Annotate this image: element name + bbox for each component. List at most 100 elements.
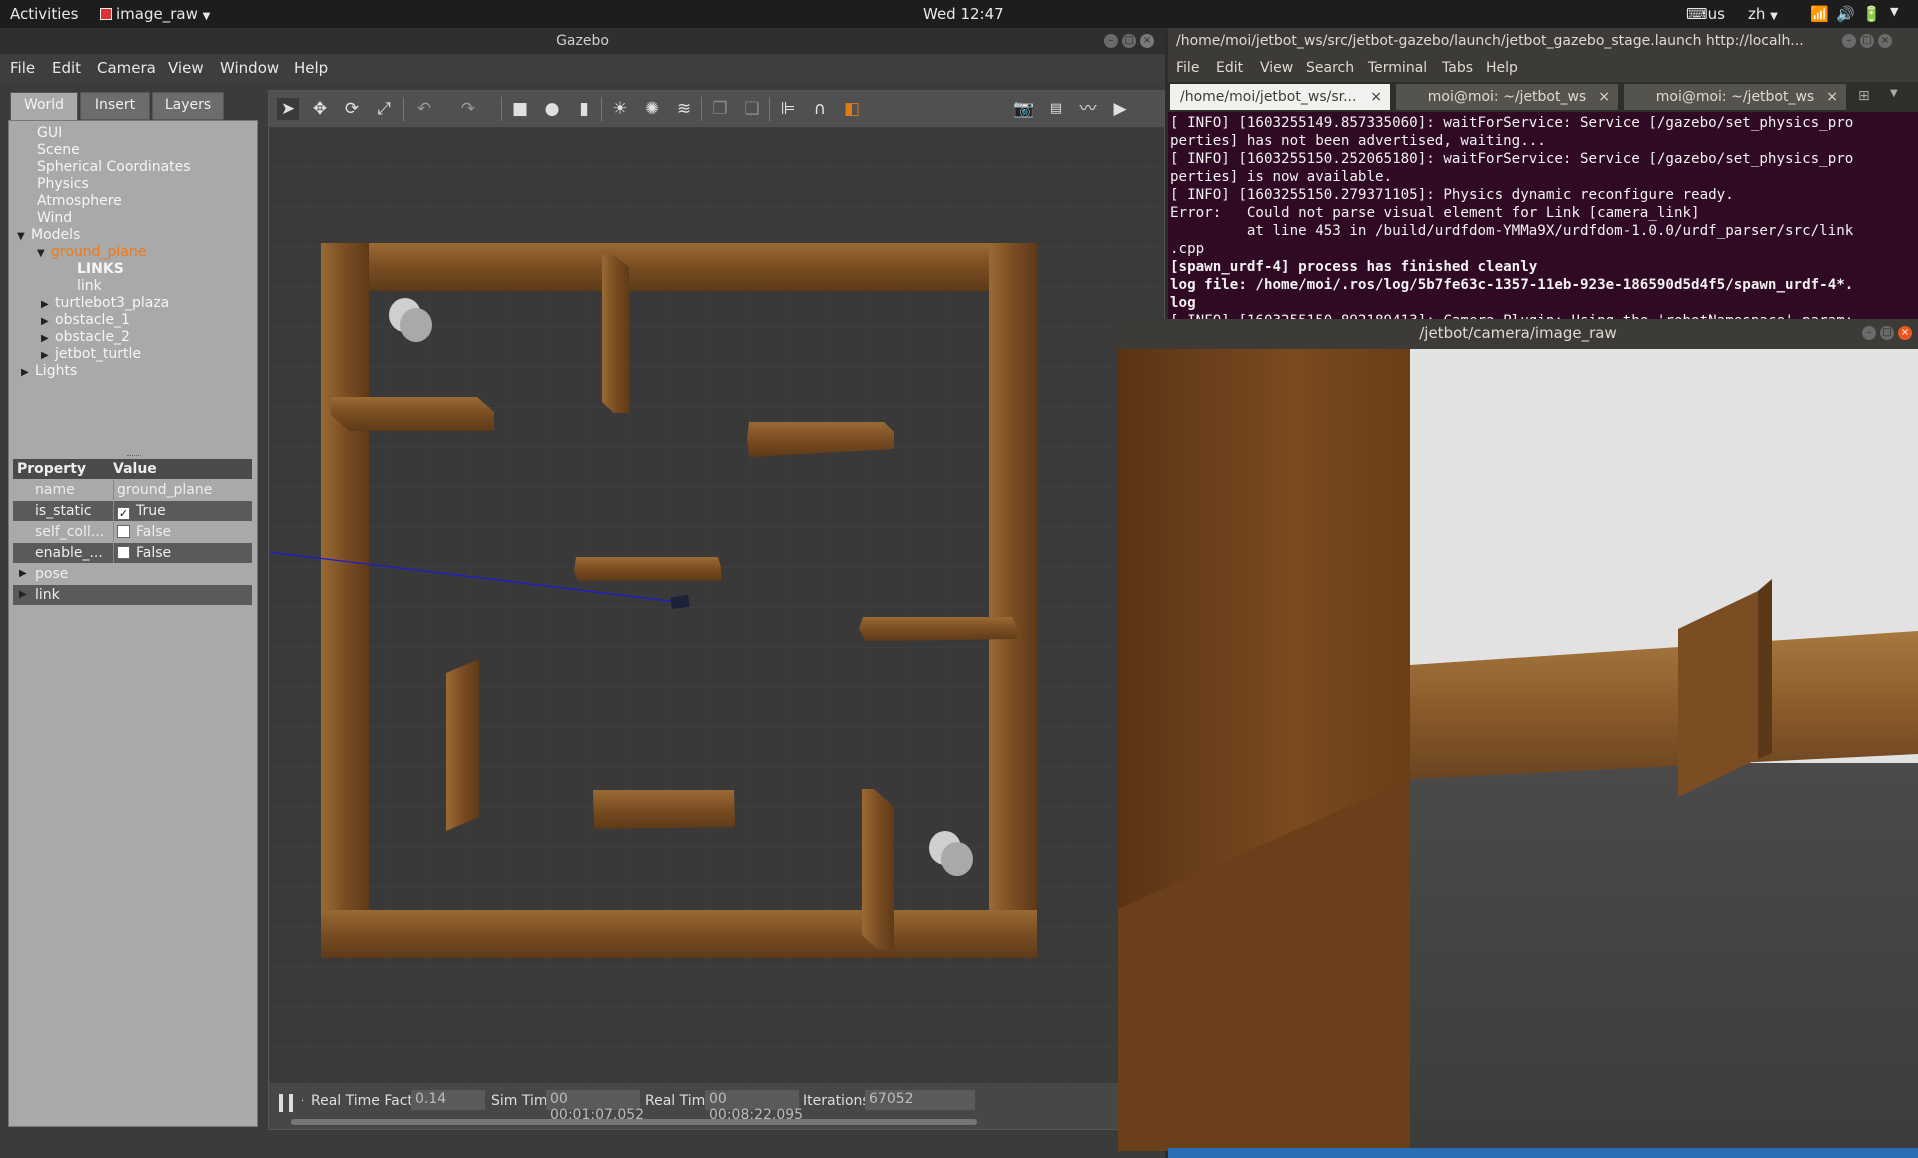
log-icon[interactable]: ▤ [1045,98,1067,120]
tree-item-ground-plane[interactable]: ▼ ground_plane [37,244,146,261]
menu-terminal[interactable]: Terminal [1368,60,1427,76]
plot-icon[interactable]: 〰 [1077,98,1099,120]
video-record-icon[interactable]: ▶ [1109,98,1131,120]
expanded-arrow-icon[interactable]: ▼ [37,245,51,262]
collapsed-arrow-icon[interactable]: ▶ [21,364,35,381]
chevron-down-icon[interactable]: ▼ [1890,5,1898,18]
input-method-indicator[interactable]: zh ▼ [1748,5,1778,23]
expanded-arrow-icon[interactable]: ▼ [17,228,31,245]
maximize-button[interactable]: □ [1122,34,1136,48]
tree-item-lights[interactable]: ▶ Lights [21,363,77,380]
minimize-button[interactable]: – [1862,326,1876,340]
paste-icon[interactable]: ❏ [741,98,763,120]
wifi-icon[interactable]: 📶 [1810,5,1829,23]
select-arrow-icon[interactable]: ➤ [277,98,299,120]
maximize-button[interactable]: □ [1880,326,1894,340]
terminal-tab-1[interactable]: /home/moi/jetbot_ws/sr... × [1170,84,1390,110]
tab-layers[interactable]: Layers [152,92,224,120]
menu-tabs[interactable]: Tabs [1442,60,1473,76]
minimize-button[interactable]: – [1104,34,1118,48]
screenshot-icon[interactable]: 📷 [1013,98,1035,120]
horizontal-scrollbar[interactable] [291,1119,977,1125]
tree-item-gui[interactable]: GUI [37,125,62,142]
menu-view[interactable]: View [1260,60,1293,76]
tree-item-link[interactable]: link [77,278,102,295]
inner-wall[interactable] [593,790,735,829]
battery-icon[interactable]: 🔋 [1862,5,1881,23]
scale-icon[interactable]: ⤢ [373,98,395,120]
menu-edit[interactable]: Edit [1216,60,1243,76]
tree-item-jetbot-turtle[interactable]: ▶ jetbot_turtle [41,346,141,363]
tree-item-atmosphere[interactable]: Atmosphere [37,193,122,210]
menu-file[interactable]: File [1176,60,1199,76]
panel-splitter[interactable] [127,455,141,458]
collapsed-arrow-icon[interactable]: ▶ [41,296,55,313]
point-light-icon[interactable]: ☀ [609,98,631,120]
change-view-icon[interactable]: ◧ [841,98,863,120]
snap-icon[interactable]: ∩ [809,98,831,120]
tree-item-wind[interactable]: Wind [37,210,72,227]
collapsed-arrow-icon[interactable]: ▶ [19,585,27,605]
menu-file[interactable]: File [10,59,35,77]
menu-help[interactable]: Help [294,59,328,77]
wall-left[interactable] [321,243,369,958]
spot-light-icon[interactable]: ✺ [641,98,663,120]
wall-top[interactable] [321,243,1037,291]
menu-view[interactable]: View [168,59,204,77]
checkbox-unchecked[interactable] [117,546,130,559]
world-scene[interactable] [269,127,1164,1083]
copy-icon[interactable]: ❐ [709,98,731,120]
menu-help[interactable]: Help [1486,60,1518,76]
checkbox-checked[interactable]: ✓ [117,507,130,520]
property-row-self-collide[interactable]: self_coll... False [13,522,252,542]
property-row-enable-wind[interactable]: enable_... False [13,543,252,563]
terminal-output[interactable]: [ INFO] [1603255149.857335060]: waitForS… [1170,114,1918,330]
menu-search[interactable]: Search [1306,60,1354,76]
minimize-button[interactable]: – [1842,34,1856,48]
maximize-button[interactable]: □ [1860,34,1874,48]
terminal-tab-3[interactable]: moi@moi: ~/jetbot_ws × [1624,84,1846,110]
tab-insert[interactable]: Insert [80,92,150,120]
close-button[interactable]: × [1140,34,1154,48]
collapsed-arrow-icon[interactable]: ▶ [19,564,27,584]
close-tab-icon[interactable]: × [1370,84,1382,110]
tree-item-physics[interactable]: Physics [37,176,89,193]
property-row-name[interactable]: name ground_plane [13,480,252,500]
terminal-tab-2[interactable]: moi@moi: ~/jetbot_ws × [1396,84,1618,110]
tree-item-scene[interactable]: Scene [37,142,80,159]
image-window-title-bar[interactable]: /jetbot/camera/image_raw – □ × [1118,319,1918,349]
keyboard-indicator[interactable]: ⌨us [1686,5,1725,23]
inner-wall[interactable] [602,255,629,413]
new-tab-icon[interactable]: ⊞ [1858,88,1870,104]
activities-button[interactable]: Activities [10,5,78,23]
collapsed-arrow-icon[interactable]: ▶ [41,347,55,364]
inner-wall[interactable] [331,397,494,431]
chevron-down-icon[interactable]: ▼ [1890,88,1898,99]
menu-edit[interactable]: Edit [52,59,81,77]
tree-item-models[interactable]: ▼ Models [17,227,80,244]
collapsed-arrow-icon[interactable]: ▶ [41,313,55,330]
tree-item-spherical-coordinates[interactable]: Spherical Coordinates [37,159,191,176]
close-button[interactable]: × [1898,326,1912,340]
close-tab-icon[interactable]: × [1598,84,1610,110]
collapsed-arrow-icon[interactable]: ▶ [41,330,55,347]
rotate-icon[interactable]: ⟳ [341,98,363,120]
inner-wall[interactable] [446,659,479,831]
wall-bottom[interactable] [321,910,1037,958]
cylinder-shape-icon[interactable]: ▮ [573,98,595,120]
jetbot-robot[interactable] [670,595,690,609]
tree-item-turtlebot3-plaza[interactable]: ▶ turtlebot3_plaza [41,295,169,312]
gazebo-title-bar[interactable]: Gazebo – □ × [0,28,1165,54]
menu-window[interactable]: Window [220,59,279,77]
inner-wall[interactable] [862,789,894,949]
close-button[interactable]: × [1878,34,1892,48]
sphere-shape-icon[interactable]: ● [541,98,563,120]
tab-world[interactable]: World [10,92,78,120]
tree-item-obstacle-2[interactable]: ▶ obstacle_2 [41,329,130,346]
close-tab-icon[interactable]: × [1826,84,1838,110]
terminal-title-bar[interactable]: /home/moi/jetbot_ws/src/jetbot-gazebo/la… [1168,28,1918,54]
inner-wall[interactable] [574,557,721,581]
tree-item-obstacle-1[interactable]: ▶ obstacle_1 [41,312,130,329]
checkbox-unchecked[interactable] [117,525,130,538]
app-menu[interactable]: image_raw ▼ [100,5,210,23]
